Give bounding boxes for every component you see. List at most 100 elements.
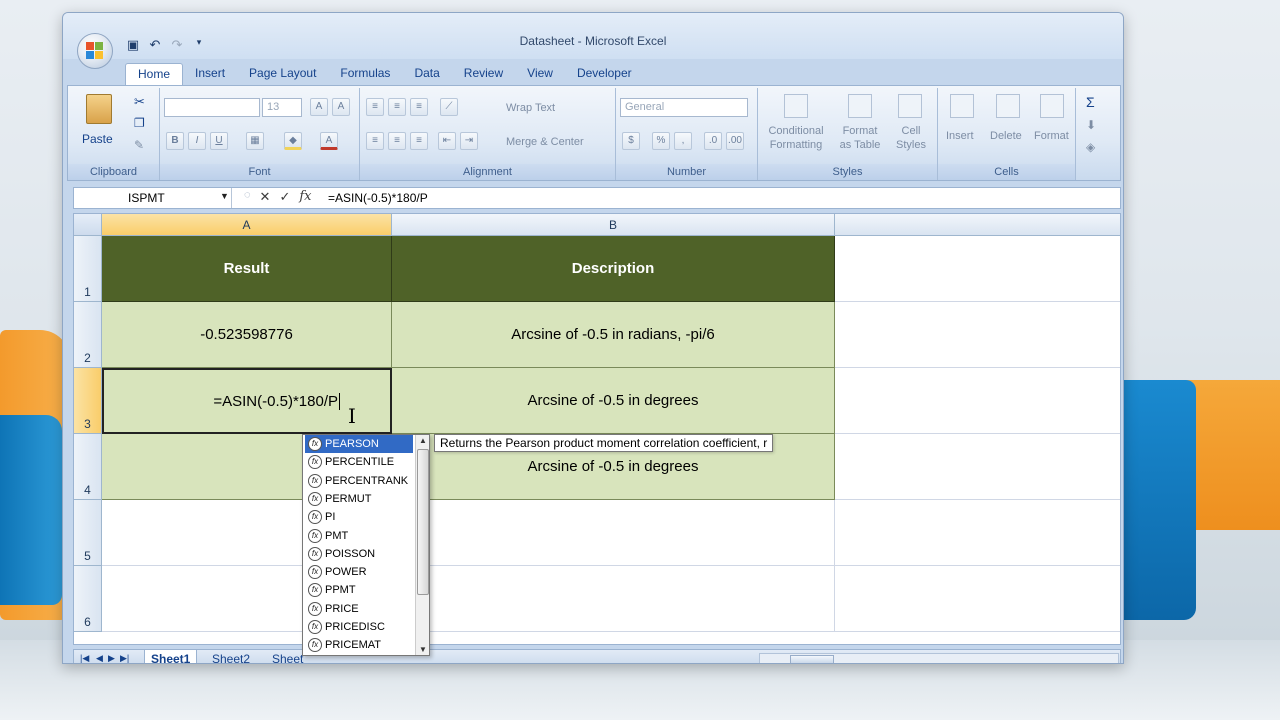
autosum-icon[interactable]: Σ (1086, 94, 1095, 110)
office-button[interactable] (77, 33, 113, 69)
cell-b2[interactable]: Arcsine of -0.5 in radians, -pi/6 (392, 302, 835, 368)
autocomplete-item-pmt[interactable]: fx PMT (305, 527, 413, 545)
font-size-input[interactable]: 13 (262, 98, 302, 117)
row-header-2[interactable]: 2 (74, 302, 102, 368)
customize-qat-icon[interactable]: ▾ (191, 37, 207, 53)
align-top-icon[interactable]: ≡ (366, 98, 384, 116)
format-as-table-button[interactable]: Format as Table (830, 124, 890, 152)
percent-button[interactable]: % (652, 132, 670, 150)
prev-sheet-icon[interactable]: ◀ (96, 653, 103, 663)
autocomplete-item-permut[interactable]: fx PERMUT (305, 490, 413, 508)
wrap-text-button[interactable]: Wrap Text (506, 102, 555, 114)
cell-b1[interactable]: Description (392, 236, 835, 302)
name-box-dropdown-icon[interactable]: ▼ (220, 191, 229, 201)
tab-insert[interactable]: Insert (183, 63, 237, 85)
bold-button[interactable]: B (166, 132, 184, 150)
last-sheet-icon[interactable]: ▶| (120, 653, 129, 663)
sheet-tab-sheet1[interactable]: Sheet1 (144, 650, 198, 663)
horizontal-scrollbar[interactable] (759, 653, 1119, 663)
autocomplete-item-percentrank[interactable]: fx PERCENTRANK (305, 472, 413, 490)
cell-b3[interactable]: Arcsine of -0.5 in degrees (392, 368, 835, 434)
autocomplete-item-pricedisc[interactable]: fx PRICEDISC (305, 618, 413, 636)
font-name-input[interactable] (164, 98, 260, 117)
cell-c6[interactable] (835, 566, 1120, 632)
insert-function-button[interactable]: fx (299, 189, 311, 205)
row-header-6[interactable]: 6 (74, 566, 102, 632)
cell-c4[interactable] (835, 434, 1120, 500)
scroll-up-icon[interactable]: ▲ (416, 436, 430, 445)
align-left-icon[interactable]: ≡ (366, 132, 384, 150)
name-box[interactable]: ISPMT (74, 188, 232, 208)
scroll-down-icon[interactable]: ▼ (416, 645, 430, 654)
borders-icon[interactable]: ▦ (246, 132, 264, 150)
next-sheet-icon[interactable]: ▶ (108, 653, 115, 663)
tab-home[interactable]: Home (125, 63, 184, 85)
tab-view[interactable]: View (515, 63, 565, 85)
cell-styles-button[interactable]: Cell Styles (890, 124, 932, 152)
clear-icon[interactable]: ◈ (1086, 140, 1095, 154)
align-center-icon[interactable]: ≡ (388, 132, 406, 150)
cell-c2[interactable] (835, 302, 1120, 368)
autocomplete-item-percentile[interactable]: fx PERCENTILE (305, 453, 413, 471)
sheet-tab-sheet2[interactable]: Sheet2 (206, 650, 256, 663)
orientation-icon[interactable]: ⟋ (440, 98, 458, 116)
increase-indent-icon[interactable]: ⇥ (460, 132, 478, 150)
align-bottom-icon[interactable]: ≡ (410, 98, 428, 116)
align-middle-icon[interactable]: ≡ (388, 98, 406, 116)
currency-button[interactable]: $ (622, 132, 640, 150)
autocomplete-item-poisson[interactable]: fx POISSON (305, 545, 413, 563)
first-sheet-icon[interactable]: |◀ (80, 653, 89, 663)
formula-bar-expand-icon[interactable]: ◌ (244, 189, 251, 205)
fill-color-icon[interactable]: ◆ (284, 132, 302, 150)
tab-page-layout[interactable]: Page Layout (237, 63, 328, 85)
autocomplete-item-pearson[interactable]: fx PEARSON (305, 435, 413, 453)
autocomplete-item-price[interactable]: fx PRICE (305, 600, 413, 618)
enter-entry-button[interactable]: ✓ (279, 189, 290, 205)
column-header-c[interactable] (835, 214, 1120, 236)
autocomplete-scrollbar[interactable]: ▲ ▼ (415, 435, 429, 655)
autocomplete-scroll-thumb[interactable] (417, 449, 429, 595)
autocomplete-item-pi[interactable]: fx PI (305, 508, 413, 526)
format-cells-button[interactable]: Format (1034, 130, 1069, 142)
paste-button[interactable]: Paste (82, 132, 113, 146)
cell-c5[interactable] (835, 500, 1120, 566)
delete-cells-button[interactable]: Delete (990, 130, 1022, 142)
insert-cells-button[interactable]: Insert (946, 130, 974, 142)
conditional-formatting-button[interactable]: Conditional Formatting (762, 124, 830, 152)
comma-style-icon[interactable]: , (674, 132, 692, 150)
cell-a2[interactable]: -0.523598776 (102, 302, 392, 368)
cell-c1[interactable] (835, 236, 1120, 302)
format-painter-icon[interactable]: ✎ (134, 138, 144, 152)
cell-c3[interactable] (835, 368, 1120, 434)
tab-formulas[interactable]: Formulas (328, 63, 402, 85)
row-header-4[interactable]: 4 (74, 434, 102, 500)
grow-font-icon[interactable]: A (310, 98, 328, 116)
copy-icon[interactable]: ❐ (134, 116, 145, 130)
row-header-1[interactable]: 1 (74, 236, 102, 302)
align-right-icon[interactable]: ≡ (410, 132, 428, 150)
horizontal-scroll-thumb[interactable] (790, 655, 834, 663)
tab-data[interactable]: Data (402, 63, 451, 85)
redo-icon[interactable]: ↷ (169, 37, 185, 53)
cell-b5[interactable] (392, 500, 835, 566)
autocomplete-item-power[interactable]: fx POWER (305, 563, 413, 581)
cancel-entry-button[interactable]: ✕ (260, 189, 271, 205)
row-header-5[interactable]: 5 (74, 500, 102, 566)
number-format-select[interactable]: General (620, 98, 748, 117)
autocomplete-item-ppmt[interactable]: fx PPMT (305, 581, 413, 599)
formula-input[interactable]: =ASIN(-0.5)*180/P (328, 191, 428, 205)
paste-icon[interactable] (86, 94, 112, 124)
row-header-3[interactable]: 3 (74, 368, 102, 434)
increase-decimal-icon[interactable]: .0 (704, 132, 722, 150)
cut-icon[interactable]: ✂ (134, 94, 145, 110)
italic-button[interactable]: I (188, 132, 206, 150)
tab-developer[interactable]: Developer (565, 63, 644, 85)
shrink-font-icon[interactable]: A (332, 98, 350, 116)
autocomplete-item-pricemat[interactable]: fx PRICEMAT (305, 636, 413, 654)
cell-a1[interactable]: Result (102, 236, 392, 302)
save-icon[interactable]: ▣ (125, 37, 141, 53)
merge-center-button[interactable]: Merge & Center (506, 136, 584, 148)
decrease-decimal-icon[interactable]: .00 (726, 132, 744, 150)
fill-icon[interactable]: ⬇ (1086, 118, 1096, 132)
cell-b6[interactable] (392, 566, 835, 632)
